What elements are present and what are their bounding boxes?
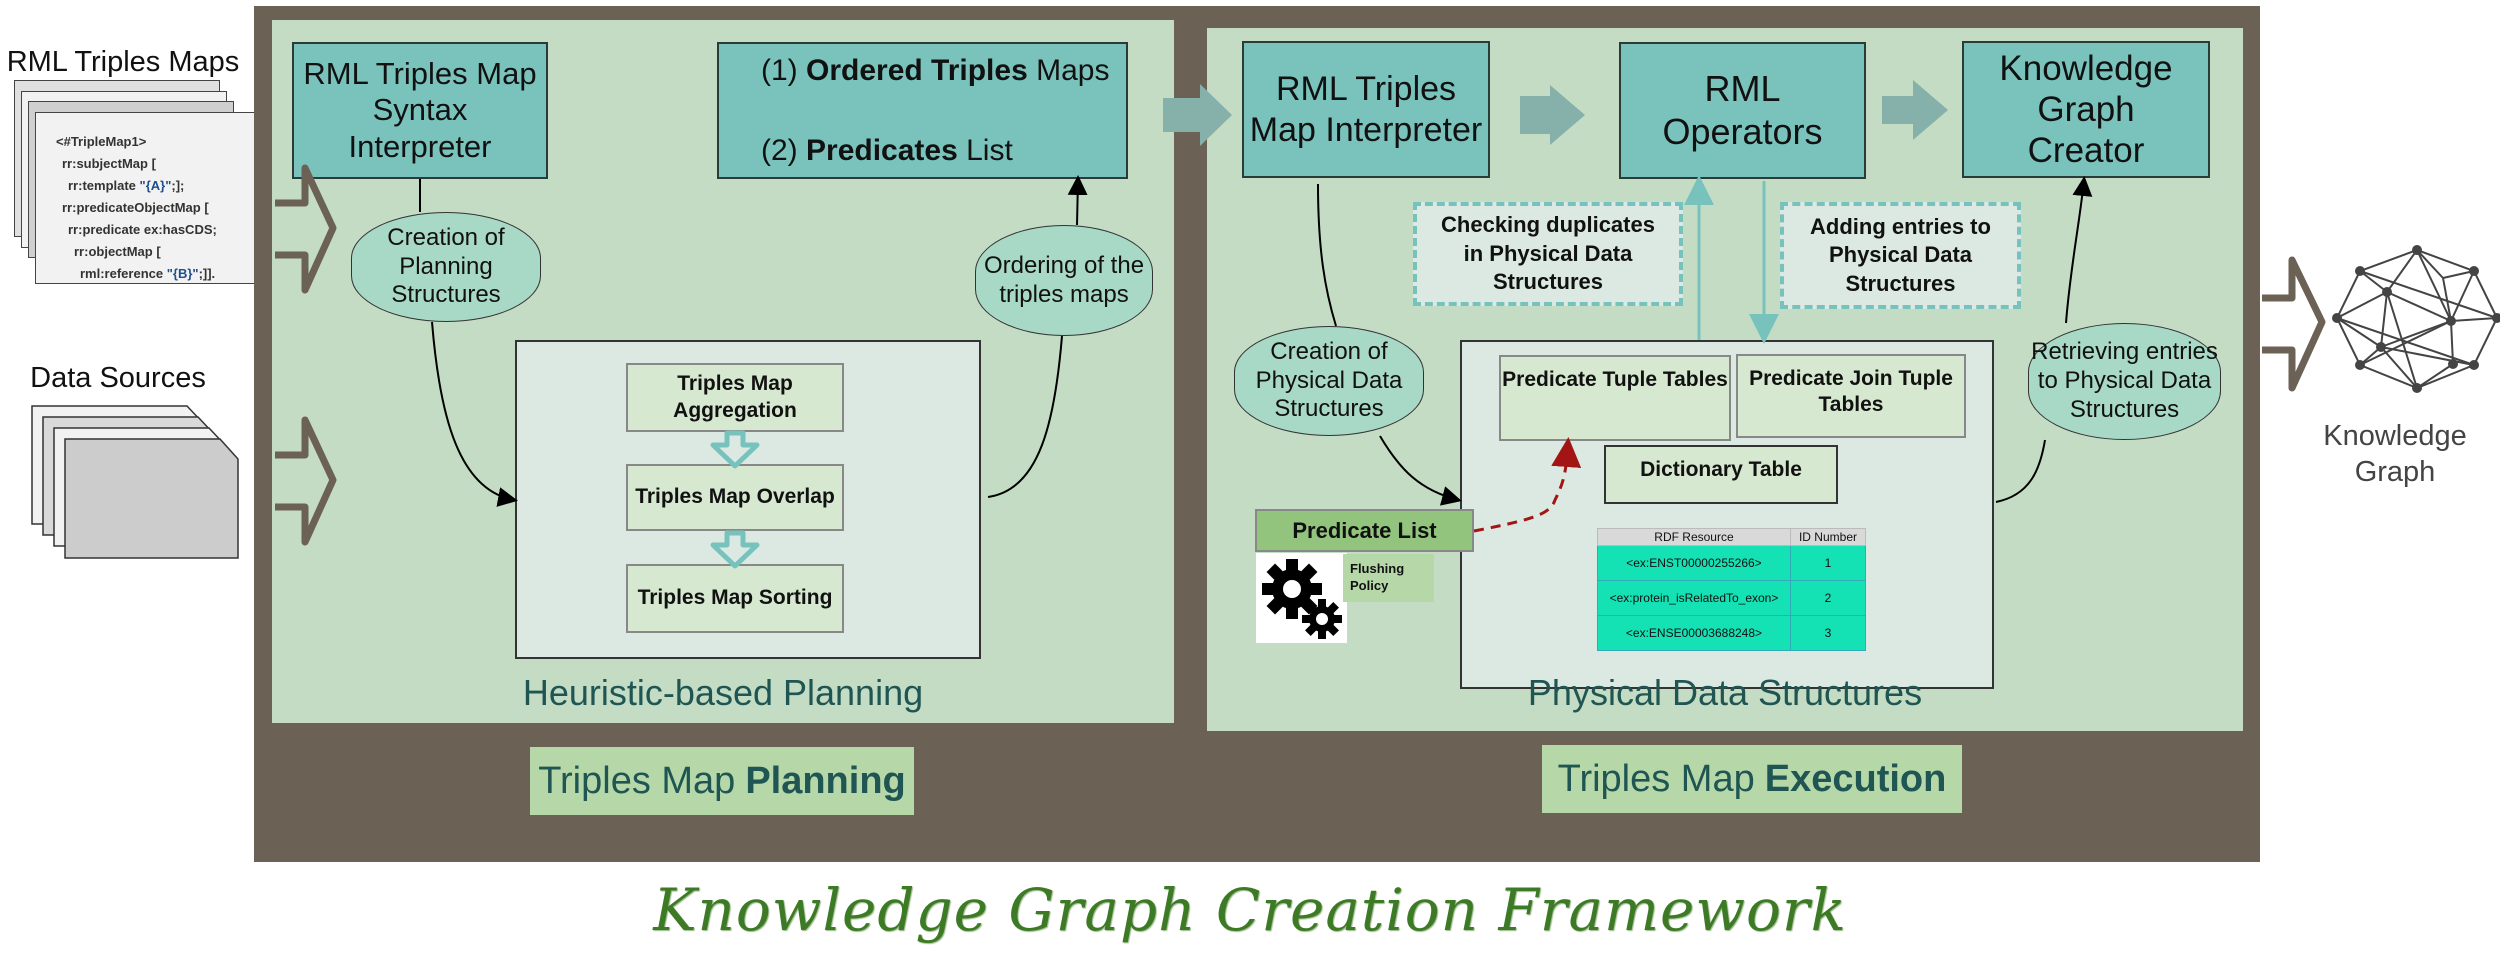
interpreter-to-operators-arrow: [1520, 85, 1585, 145]
connector-line: [431, 321, 518, 507]
connectors: [275, 80, 2326, 569]
connector-line: [1317, 183, 1337, 327]
connector-line: [1067, 175, 1088, 226]
connector-line: [1379, 435, 1462, 506]
framework-title: Knowledge Graph Creation Framework: [653, 876, 1847, 944]
operators-to-creator-arrow: [1882, 80, 1948, 140]
connector-line: [1995, 439, 2046, 503]
connector-line: [987, 335, 1063, 498]
step-arrow: [710, 430, 760, 469]
input-arrow-data-sources: [275, 416, 337, 546]
input-arrow-triples-maps: [275, 164, 337, 294]
step-arrow: [710, 530, 760, 569]
planning-to-execution-arrow: [1163, 84, 1232, 146]
connector-line: [2065, 176, 2093, 324]
dashed-red-arrow: [1473, 437, 1582, 533]
output-arrow-knowledge-graph: [2262, 256, 2326, 392]
